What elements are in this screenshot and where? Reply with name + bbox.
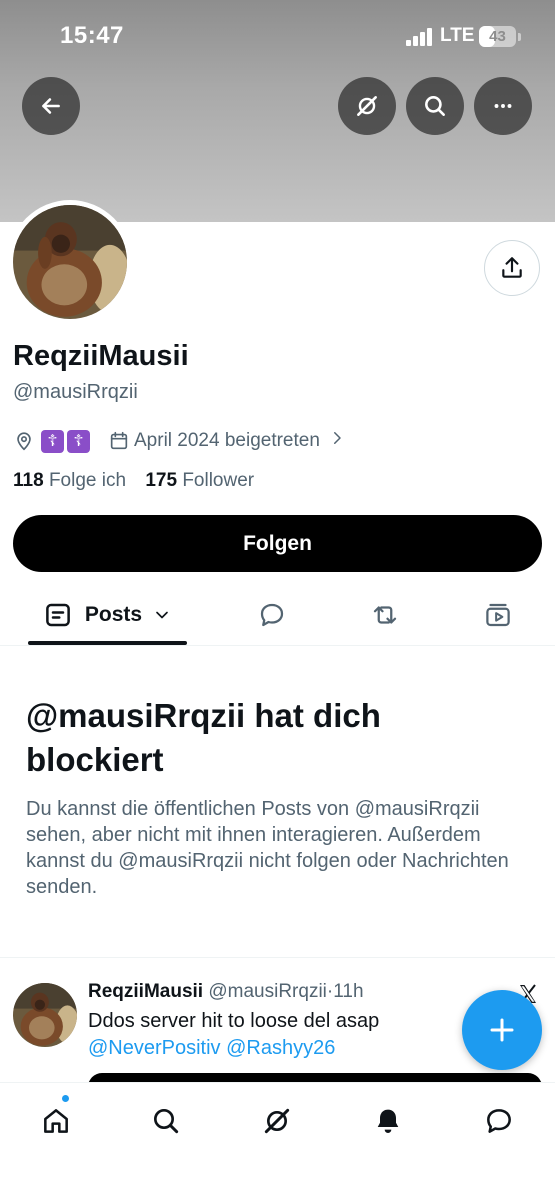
calendar-icon [108, 430, 130, 452]
nav-notifications[interactable] [368, 1101, 408, 1141]
signal-icon [406, 28, 434, 46]
location-emoji: ☦ [41, 429, 64, 453]
chevron-right-icon[interactable] [328, 429, 346, 453]
home-notification-dot [61, 1094, 70, 1103]
media-icon [486, 603, 510, 627]
tab-posts[interactable]: Posts [28, 585, 187, 645]
chevron-down-icon [156, 611, 168, 619]
avatar-image [13, 983, 77, 1047]
divider [0, 957, 555, 958]
nav-messages[interactable] [479, 1101, 519, 1141]
more-button[interactable] [474, 77, 532, 135]
joined-date: April 2024 beigetreten [134, 430, 320, 451]
nav-grok[interactable] [257, 1101, 297, 1141]
profile-meta: ☦ ☦ April 2024 beigetreten [13, 428, 346, 454]
tweet-header: ReqziiMausii @mausiRrqzii·11h [88, 981, 364, 1002]
follow-button[interactable]: Folgen [13, 515, 542, 572]
location-emoji: ☦ [67, 429, 90, 453]
grok-icon [357, 96, 377, 116]
profile-tabs: Posts [0, 585, 555, 646]
avatar-image [13, 205, 127, 319]
compose-button[interactable] [462, 990, 542, 1070]
notifications-icon [377, 1109, 399, 1133]
tab-media[interactable] [478, 585, 518, 645]
tab-reposts[interactable] [365, 585, 405, 645]
tab-posts-label: Posts [84, 603, 143, 626]
blocked-title: @mausiRrqzii hat dich blockiert [26, 697, 381, 778]
plus-icon [490, 1018, 514, 1042]
tweet-time: 11h [333, 981, 364, 1002]
reply-icon [260, 603, 284, 627]
battery-level: 43 [489, 28, 506, 45]
tweet-text: Ddos server hit to loose del asap [88, 1010, 380, 1032]
repost-icon [373, 606, 397, 624]
share-icon [502, 257, 522, 278]
nav-home[interactable] [36, 1101, 76, 1141]
tweet-author-handle[interactable]: @mausiRrqzii [208, 981, 327, 1002]
search-icon [425, 96, 445, 116]
tweet-author-name[interactable]: ReqziiMausii [88, 981, 203, 1002]
tweet-avatar[interactable] [13, 983, 77, 1047]
search-icon [154, 1109, 179, 1134]
grok-button[interactable] [338, 77, 396, 135]
arrow-left-icon [42, 98, 60, 114]
battery-icon: 43 [479, 26, 516, 47]
bottom-nav [0, 1082, 555, 1200]
more-icon [494, 104, 512, 108]
status-time: 15:47 [60, 22, 124, 49]
grok-icon [264, 1108, 290, 1134]
tweet-mentions[interactable]: @NeverPositiv @Rashyy26 [88, 1037, 335, 1060]
following-link[interactable]: 118 Folge ich [13, 470, 126, 491]
blocked-description: Du kannst die öffentlichen Posts von @ma… [26, 798, 509, 898]
followers-link[interactable]: 175 Follower [145, 470, 254, 491]
nav-search[interactable] [146, 1101, 186, 1141]
location-icon [13, 430, 35, 452]
tab-replies[interactable] [252, 585, 292, 645]
profile-avatar[interactable] [8, 200, 132, 324]
display-name: ReqziiMausii [13, 340, 189, 372]
follow-stats: 118 Folge ich 175 Follower [13, 470, 254, 492]
network-label: LTE [440, 25, 475, 46]
home-icon [44, 1109, 68, 1133]
status-bar: 15:47 LTE 43 [0, 0, 555, 70]
handle: @mausiRrqzii [13, 381, 138, 403]
search-button[interactable] [406, 77, 464, 135]
share-button[interactable] [484, 240, 540, 296]
posts-icon [46, 603, 70, 627]
back-button[interactable] [22, 77, 80, 135]
active-tab-indicator [28, 641, 187, 645]
messages-icon [487, 1109, 511, 1133]
